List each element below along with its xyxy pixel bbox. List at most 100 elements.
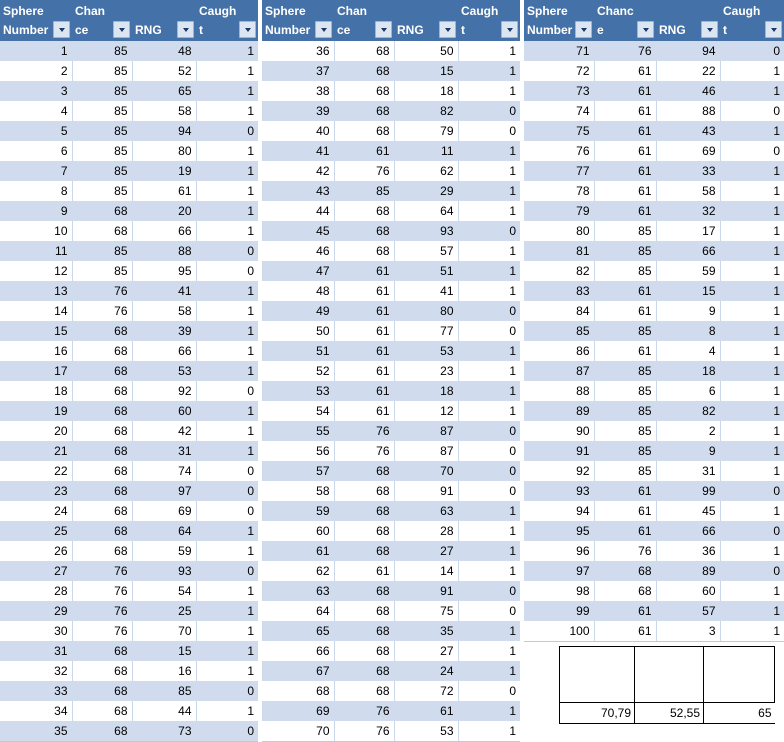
cell-sphere-number[interactable]: 60 [262, 521, 335, 541]
cell-sphere-number[interactable]: 89 [524, 401, 595, 421]
column-header-caught[interactable]: Caught [458, 0, 520, 41]
cell-rng[interactable]: 92 [132, 381, 197, 401]
cell-caught[interactable]: 1 [720, 361, 784, 381]
cell-caught[interactable]: 1 [196, 201, 258, 221]
cell-caught[interactable]: 0 [196, 461, 258, 481]
cell-rng[interactable]: 24 [394, 661, 459, 681]
cell-chance[interactable]: 85 [594, 321, 657, 341]
cell-rng[interactable]: 66 [132, 341, 197, 361]
cell-sphere-number[interactable]: 64 [262, 601, 335, 621]
filter-dropdown-icon[interactable] [575, 21, 592, 38]
cell-rng[interactable]: 57 [656, 601, 721, 621]
cell-sphere-number[interactable]: 40 [262, 121, 335, 141]
cell-caught[interactable]: 1 [458, 201, 520, 221]
cell-chance[interactable]: 68 [334, 601, 395, 621]
cell-rng[interactable]: 64 [132, 521, 197, 541]
cell-sphere-number[interactable]: 92 [524, 461, 595, 481]
cell-caught[interactable]: 1 [196, 541, 258, 561]
cell-sphere-number[interactable]: 9 [0, 201, 73, 221]
cell-caught[interactable]: 1 [720, 261, 784, 281]
cell-sphere-number[interactable]: 34 [0, 701, 73, 721]
cell-chance[interactable]: 61 [334, 301, 395, 321]
cell-chance[interactable]: 68 [334, 481, 395, 501]
cell-chance[interactable]: 61 [594, 201, 657, 221]
cell-sphere-number[interactable]: 94 [524, 501, 595, 521]
cell-rng[interactable]: 73 [132, 721, 197, 742]
cell-caught[interactable]: 1 [720, 221, 784, 241]
cell-sphere-number[interactable]: 1 [0, 41, 73, 61]
cell-chance[interactable]: 68 [334, 41, 395, 61]
cell-caught[interactable]: 1 [196, 521, 258, 541]
cell-sphere-number[interactable]: 63 [262, 581, 335, 601]
cell-chance[interactable]: 68 [72, 701, 133, 721]
cell-chance[interactable]: 68 [334, 121, 395, 141]
cell-caught[interactable]: 1 [458, 281, 520, 301]
cell-rng[interactable]: 54 [132, 581, 197, 601]
cell-sphere-number[interactable]: 66 [262, 641, 335, 661]
cell-caught[interactable]: 1 [458, 541, 520, 561]
cell-rng[interactable]: 44 [132, 701, 197, 721]
cell-chance[interactable]: 85 [72, 241, 133, 261]
cell-sphere-number[interactable]: 46 [262, 241, 335, 261]
cell-sphere-number[interactable]: 93 [524, 481, 595, 501]
cell-rng[interactable]: 48 [132, 41, 197, 61]
cell-rng[interactable]: 19 [132, 161, 197, 181]
cell-sphere-number[interactable]: 59 [262, 501, 335, 521]
cell-sphere-number[interactable]: 48 [262, 281, 335, 301]
cell-chance[interactable]: 61 [594, 621, 657, 642]
cell-sphere-number[interactable]: 57 [262, 461, 335, 481]
cell-caught[interactable]: 1 [196, 641, 258, 661]
cell-rng[interactable]: 53 [132, 361, 197, 381]
cell-sphere-number[interactable]: 29 [0, 601, 73, 621]
cell-caught[interactable]: 1 [196, 301, 258, 321]
cell-chance[interactable]: 85 [72, 81, 133, 101]
cell-caught[interactable]: 0 [196, 501, 258, 521]
cell-rng[interactable]: 89 [656, 561, 721, 581]
filter-dropdown-icon[interactable] [439, 21, 456, 38]
cell-sphere-number[interactable]: 80 [524, 221, 595, 241]
cell-rng[interactable]: 58 [132, 101, 197, 121]
cell-caught[interactable]: 1 [720, 601, 784, 621]
column-header-caught[interactable]: Caught [720, 0, 784, 41]
cell-chance[interactable]: 76 [72, 581, 133, 601]
cell-sphere-number[interactable]: 72 [524, 61, 595, 81]
cell-rng[interactable]: 69 [656, 141, 721, 161]
cell-caught[interactable]: 1 [196, 601, 258, 621]
cell-sphere-number[interactable]: 73 [524, 81, 595, 101]
cell-sphere-number[interactable]: 78 [524, 181, 595, 201]
cell-rng[interactable]: 59 [656, 261, 721, 281]
cell-chance[interactable]: 68 [72, 481, 133, 501]
cell-sphere-number[interactable]: 6 [0, 141, 73, 161]
cell-sphere-number[interactable]: 61 [262, 541, 335, 561]
cell-caught[interactable]: 1 [196, 361, 258, 381]
cell-rng[interactable]: 9 [656, 441, 721, 461]
cell-rng[interactable]: 70 [394, 461, 459, 481]
cell-caught[interactable]: 1 [196, 221, 258, 241]
cell-caught[interactable]: 1 [458, 721, 520, 742]
cell-rng[interactable]: 80 [394, 301, 459, 321]
cell-chance[interactable]: 68 [334, 241, 395, 261]
cell-rng[interactable]: 39 [132, 321, 197, 341]
cell-sphere-number[interactable]: 51 [262, 341, 335, 361]
filter-dropdown-icon[interactable] [113, 21, 130, 38]
cell-caught[interactable]: 1 [720, 241, 784, 261]
cell-caught[interactable]: 0 [458, 301, 520, 321]
cell-rng[interactable]: 74 [132, 461, 197, 481]
cell-caught[interactable]: 1 [720, 621, 784, 642]
cell-rng[interactable]: 27 [394, 541, 459, 561]
cell-caught[interactable]: 1 [458, 361, 520, 381]
cell-chance[interactable]: 85 [594, 441, 657, 461]
cell-sphere-number[interactable]: 12 [0, 261, 73, 281]
cell-caught[interactable]: 1 [458, 261, 520, 281]
cell-chance[interactable]: 76 [334, 161, 395, 181]
cell-sphere-number[interactable]: 88 [524, 381, 595, 401]
cell-caught[interactable]: 1 [196, 661, 258, 681]
cell-chance[interactable]: 85 [72, 61, 133, 81]
cell-sphere-number[interactable]: 62 [262, 561, 335, 581]
cell-rng[interactable]: 42 [132, 421, 197, 441]
filter-dropdown-icon[interactable] [637, 21, 654, 38]
cell-caught[interactable]: 0 [720, 41, 784, 61]
cell-sphere-number[interactable]: 55 [262, 421, 335, 441]
filter-dropdown-icon[interactable] [315, 21, 332, 38]
cell-caught[interactable]: 1 [458, 41, 520, 61]
